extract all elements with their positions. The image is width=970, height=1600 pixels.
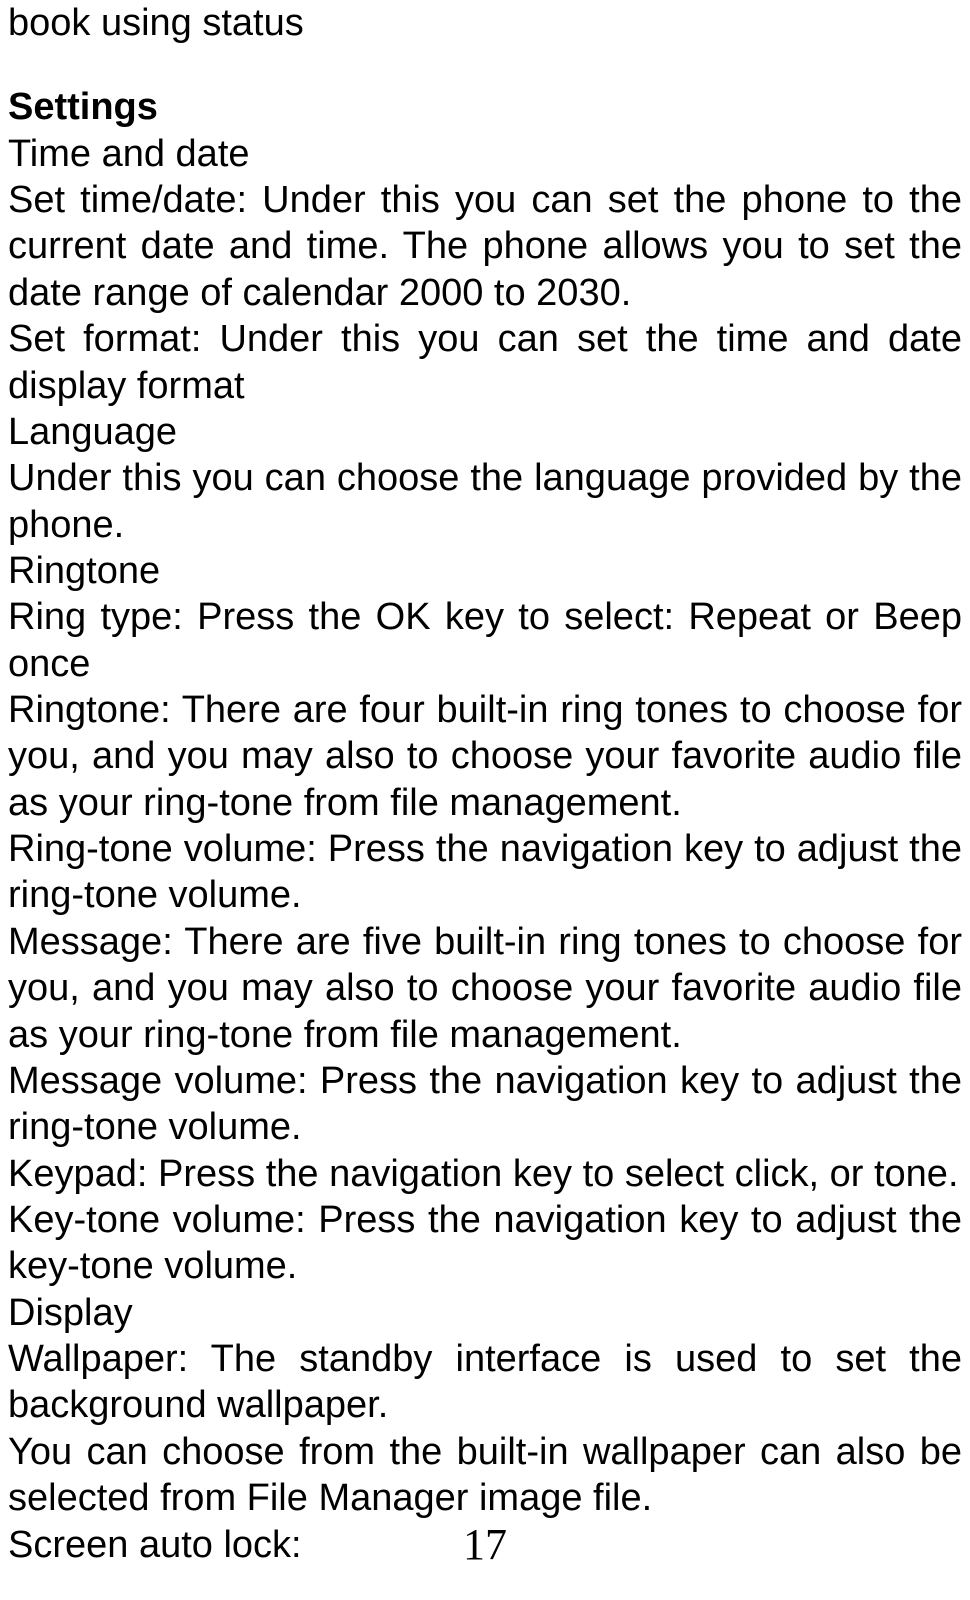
spacer bbox=[8, 46, 962, 84]
set-format-body: Set format: Under this you can set the t… bbox=[8, 316, 962, 409]
wallpaper-body: Wallpaper: The standby interface is used… bbox=[8, 1336, 962, 1429]
wallpaper-body2: You can choose from the built-in wallpap… bbox=[8, 1429, 962, 1522]
message-volume-body: Message volume: Press the navigation key… bbox=[8, 1058, 962, 1151]
message-body: Message: There are five built-in ring to… bbox=[8, 919, 962, 1058]
set-time-date-body: Set time/date: Under this you can set th… bbox=[8, 177, 962, 316]
time-date-title: Time and date bbox=[8, 131, 962, 177]
settings-heading: Settings bbox=[8, 84, 962, 130]
language-title: Language bbox=[8, 409, 962, 455]
language-body: Under this you can choose the language p… bbox=[8, 455, 962, 548]
ringtone-body: Ringtone: There are four built-in ring t… bbox=[8, 687, 962, 826]
keypad-body: Keypad: Press the navigation key to sele… bbox=[8, 1151, 962, 1197]
key-tone-volume-body: Key-tone volume: Press the navigation ke… bbox=[8, 1197, 962, 1290]
ringtone-title: Ringtone bbox=[8, 548, 962, 594]
page-number: 17 bbox=[0, 1519, 970, 1570]
ring-volume-body: Ring-tone volume: Press the navigation k… bbox=[8, 826, 962, 919]
display-title: Display bbox=[8, 1290, 962, 1336]
orphan-line: book using status bbox=[8, 0, 962, 46]
ring-type-body: Ring type: Press the OK key to select: R… bbox=[8, 594, 962, 687]
